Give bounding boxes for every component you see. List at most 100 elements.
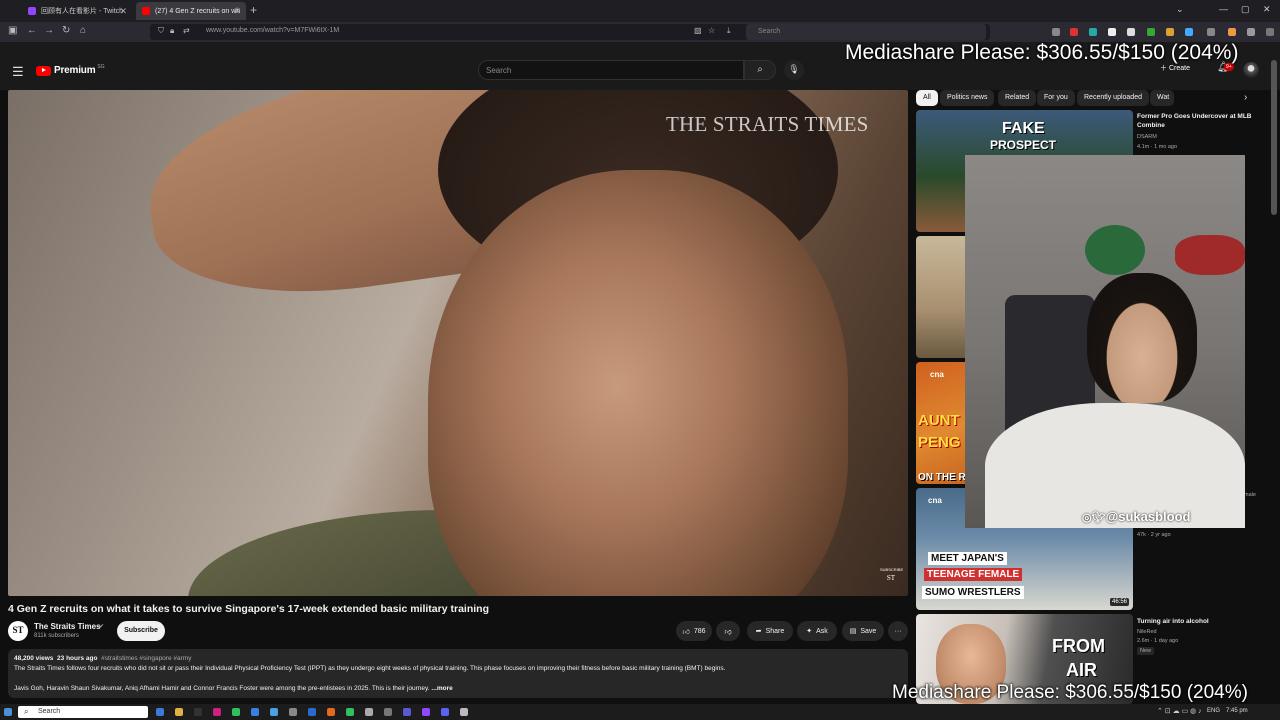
- spotify-icon[interactable]: [232, 708, 240, 716]
- extension-icon[interactable]: [1185, 28, 1193, 36]
- microphone-icon: 🎙︎: [788, 64, 800, 74]
- description-box[interactable]: 48,200 views 23 hours ago #straitstimes …: [8, 649, 908, 698]
- chip-all[interactable]: All: [916, 90, 938, 106]
- channel-name[interactable]: The Straits Times: [34, 622, 101, 631]
- download-icon[interactable]: ⤓: [727, 26, 731, 36]
- task-view-icon[interactable]: [156, 708, 164, 716]
- ask-button[interactable]: ✦ Ask: [797, 621, 837, 641]
- tab-twitch[interactable]: 回顾有人在看影片 - Twitch ✕: [22, 2, 132, 20]
- create-label: Create: [1168, 65, 1190, 72]
- recommendation-title[interactable]: Former Pro Goes Undercover at MLB Combin…: [1137, 112, 1257, 130]
- video-frame-face: [428, 170, 848, 596]
- chip-related[interactable]: Related: [998, 90, 1037, 106]
- taskbar-app-icon[interactable]: [346, 708, 354, 716]
- taskbar-clock[interactable]: 7:45 pm: [1226, 708, 1248, 714]
- save-button[interactable]: ▤ Save: [842, 621, 884, 641]
- twitch-icon: [28, 7, 36, 15]
- close-icon[interactable]: ✕: [233, 6, 241, 17]
- forward-button[interactable]: →: [44, 25, 54, 36]
- chip-politics-news[interactable]: Politics news: [940, 90, 995, 106]
- new-tab-button[interactable]: +: [250, 3, 257, 17]
- extension-icon[interactable]: [1089, 28, 1097, 36]
- taskbar-app-icon[interactable]: [194, 708, 202, 716]
- chevron-right-icon[interactable]: ›: [1244, 92, 1247, 103]
- lock-icon[interactable]: 🔒︎: [170, 26, 174, 36]
- close-icon[interactable]: ✕: [119, 6, 127, 17]
- video-player[interactable]: THE STRAITS TIMES SUBSCRIBE ST: [8, 90, 908, 596]
- taskbar-app-icon[interactable]: [289, 708, 297, 716]
- taskbar-app-icon[interactable]: [365, 708, 373, 716]
- share-button[interactable]: ➦ Share: [747, 621, 793, 641]
- search-button[interactable]: ⌕: [744, 60, 776, 80]
- taskbar-search-input[interactable]: ⌕ Search: [18, 706, 148, 718]
- minimize-button[interactable]: —: [1219, 4, 1228, 14]
- extension-icon[interactable]: [1207, 28, 1215, 36]
- more-actions-button[interactable]: ···: [888, 621, 908, 641]
- taskbar-app-icon[interactable]: [270, 708, 278, 716]
- extension-icon[interactable]: [1070, 28, 1078, 36]
- description-line-1: The Straits Times follows four recruits …: [14, 665, 726, 672]
- home-button[interactable]: ⌂: [80, 25, 86, 36]
- taskbar-app-icon[interactable]: [308, 708, 316, 716]
- shield-icon[interactable]: ⛉: [158, 26, 164, 36]
- like-count: 786: [693, 627, 706, 635]
- firefox-icon[interactable]: [327, 708, 335, 716]
- avatar[interactable]: [1243, 62, 1259, 78]
- taskbar-app-icon[interactable]: [403, 708, 411, 716]
- tab-youtube[interactable]: (27) 4 Gen Z recruits on wh ✕: [136, 2, 246, 20]
- system-tray-icons[interactable]: ⌃ ⊡ ☁ ▭ ◍ ♪: [1157, 707, 1202, 715]
- extension-icon[interactable]: [1228, 28, 1236, 36]
- plus-icon: ＋: [1160, 65, 1169, 72]
- search-input[interactable]: Search: [478, 60, 744, 80]
- channel-avatar[interactable]: ST: [8, 621, 28, 641]
- taskbar-app-icon[interactable]: [384, 708, 392, 716]
- show-more-link[interactable]: ...more: [431, 685, 452, 692]
- back-button[interactable]: ←: [27, 25, 37, 36]
- discord-icon[interactable]: [441, 708, 449, 716]
- subscribe-watermark-logo[interactable]: SUBSCRIBE ST: [880, 566, 903, 582]
- twitch-icon[interactable]: [422, 708, 430, 716]
- search-icon: ⌕: [757, 64, 763, 75]
- taskbar-app-icon[interactable]: [213, 708, 221, 716]
- screenshot-icon[interactable]: ▧: [694, 26, 702, 35]
- extension-icon[interactable]: [1147, 28, 1155, 36]
- recommendation-title[interactable]: Turning air into alcohol: [1137, 617, 1257, 626]
- windows-start-icon[interactable]: [4, 708, 12, 716]
- tab-list-icon[interactable]: ⌄: [1176, 4, 1184, 15]
- browser-search-input[interactable]: Search: [746, 24, 986, 40]
- reload-button[interactable]: ↻: [62, 25, 70, 36]
- hamburger-menu-icon[interactable]: ☰: [12, 64, 24, 80]
- page-scrollbar[interactable]: [1271, 60, 1277, 215]
- like-button[interactable]: 👍︎ 786: [676, 621, 712, 641]
- chip-recently-uploaded[interactable]: Recently uploaded: [1077, 90, 1149, 106]
- maximize-button[interactable]: ▢: [1241, 4, 1250, 15]
- voice-search-button[interactable]: 🎙︎: [784, 60, 804, 80]
- more-icon: ···: [894, 627, 902, 635]
- extension-icon[interactable]: [1127, 28, 1135, 36]
- menu-icon[interactable]: [1266, 28, 1274, 36]
- youtube-logo[interactable]: Premium SG: [36, 64, 105, 76]
- extensions-puzzle-icon[interactable]: [1247, 28, 1255, 36]
- extension-icon[interactable]: [1108, 28, 1116, 36]
- upload-age: 23 hours ago: [57, 655, 98, 662]
- sidebar-toggle-icon[interactable]: ▣: [8, 25, 17, 36]
- subscriber-count: 811k subscribers: [34, 633, 79, 639]
- dislike-button[interactable]: 👎︎: [716, 621, 740, 641]
- recommendation-channel[interactable]: NileRed: [1137, 628, 1157, 636]
- file-explorer-icon[interactable]: [175, 708, 183, 716]
- input-language[interactable]: ENG: [1207, 708, 1220, 714]
- hashtags[interactable]: #straitstimes #singapore #army: [101, 655, 191, 662]
- recommendation-channel[interactable]: DSARM: [1137, 133, 1157, 141]
- extension-icon[interactable]: [1166, 28, 1174, 36]
- recommendation-meta: 47k · 2 yr ago: [1137, 532, 1171, 538]
- bookmark-star-icon[interactable]: ☆: [708, 26, 715, 35]
- permissions-icon[interactable]: ⇄: [183, 26, 190, 35]
- instagram-twitter-icon: ◎🐦︎: [1082, 512, 1106, 524]
- subscribe-button[interactable]: Subscribe: [117, 621, 165, 641]
- chip-for-you[interactable]: For you: [1037, 90, 1075, 106]
- taskbar-app-icon[interactable]: [460, 708, 468, 716]
- close-window-button[interactable]: ✕: [1263, 4, 1271, 15]
- library-icon[interactable]: [1052, 28, 1060, 36]
- taskbar-app-icon[interactable]: [251, 708, 259, 716]
- chip-watched[interactable]: Wat: [1150, 90, 1174, 106]
